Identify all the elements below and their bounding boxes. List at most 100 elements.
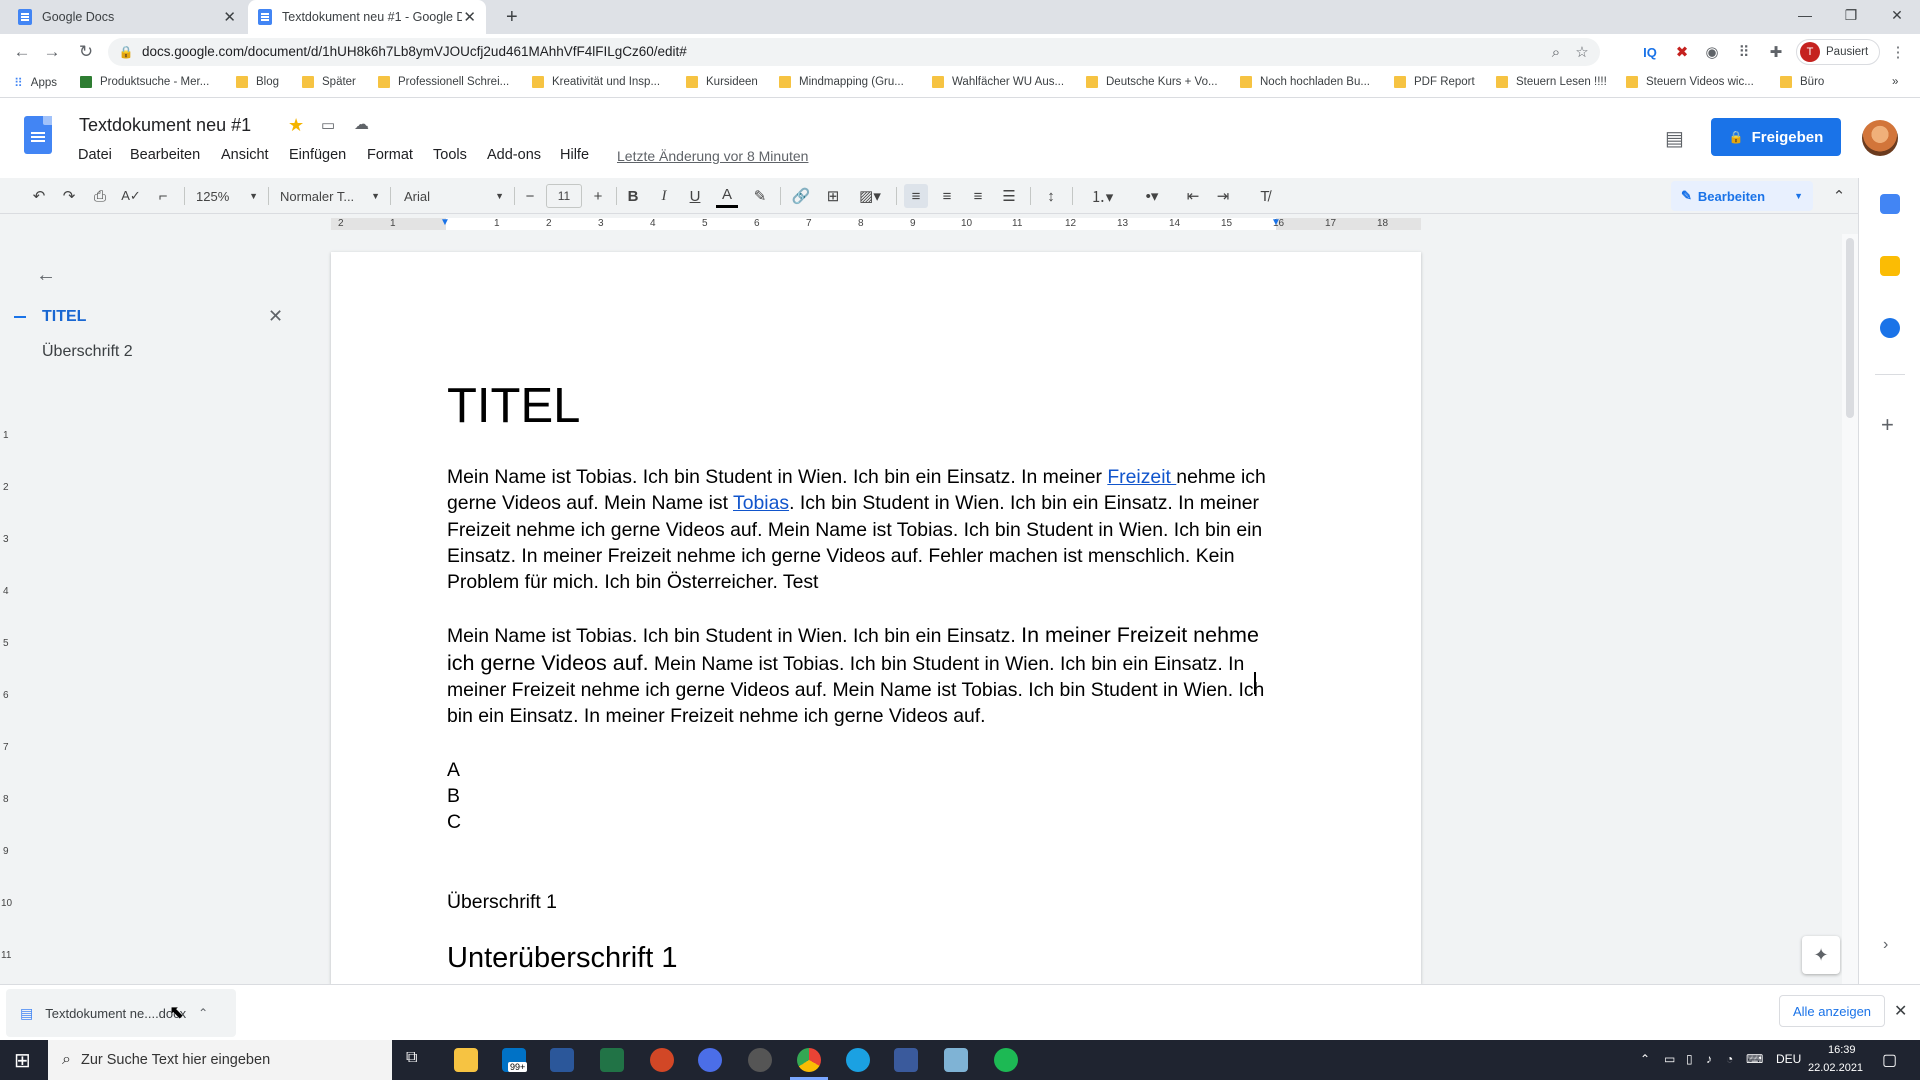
- tab-google-docs[interactable]: Google Docs ✕: [8, 0, 246, 34]
- abc-list[interactable]: A B C: [447, 757, 1269, 836]
- insert-link-icon[interactable]: 🔗: [790, 184, 812, 208]
- bookmark-star-icon[interactable]: ☆: [1572, 42, 1592, 62]
- subheading-1[interactable]: Unterüberschrift 1: [447, 941, 1269, 975]
- zoom-select[interactable]: 125% ▼: [196, 184, 258, 208]
- word-icon[interactable]: [550, 1048, 574, 1072]
- show-all-downloads-button[interactable]: Alle anzeigen: [1779, 995, 1885, 1027]
- right-indent-marker-icon[interactable]: ▼: [1271, 217, 1281, 228]
- document-title-text[interactable]: TITEL: [447, 378, 1269, 434]
- clock-time[interactable]: 16:39: [1828, 1044, 1856, 1056]
- menu-datei[interactable]: Datei: [78, 147, 112, 163]
- bookmark-item[interactable]: Kursideen: [686, 76, 758, 88]
- back-arrow-icon[interactable]: ←: [36, 264, 56, 287]
- puzzle-icon[interactable]: ✚: [1766, 42, 1786, 62]
- obs-icon[interactable]: [748, 1048, 772, 1072]
- menu-bearbeiten[interactable]: Bearbeiten: [130, 147, 200, 163]
- document-page[interactable]: TITEL Mein Name ist Tobias. Ich bin Stud…: [331, 252, 1421, 984]
- chevron-right-icon[interactable]: »: [1892, 76, 1898, 88]
- increase-indent-icon[interactable]: ⇥: [1212, 184, 1234, 208]
- menu-tools[interactable]: Tools: [433, 147, 467, 163]
- explore-icon[interactable]: ✦: [1802, 936, 1840, 974]
- tray-chevron-icon[interactable]: ⌃: [1640, 1052, 1650, 1066]
- chrome-icon[interactable]: [797, 1048, 821, 1072]
- heading-1[interactable]: Überschrift 1: [447, 889, 1269, 915]
- close-window-icon[interactable]: ✕: [1874, 0, 1920, 30]
- profile-button[interactable]: T Pausiert: [1796, 39, 1880, 65]
- windows-start-icon[interactable]: ⊞: [14, 1048, 31, 1073]
- volume-icon[interactable]: ♪: [1706, 1052, 1712, 1066]
- document-body[interactable]: TITEL Mein Name ist Tobias. Ich bin Stud…: [447, 252, 1269, 975]
- bookmark-item[interactable]: Produktsuche - Mer...: [80, 76, 209, 88]
- menu-ansicht[interactable]: Ansicht: [221, 147, 269, 163]
- bookmark-item[interactable]: Steuern Lesen !!!!: [1496, 76, 1607, 88]
- bold-icon[interactable]: B: [623, 184, 643, 208]
- download-item[interactable]: ▤ Textdokument ne....docx ⌃: [6, 989, 236, 1037]
- line-spacing-icon[interactable]: ↕: [1040, 184, 1062, 208]
- spellcheck-icon[interactable]: A✓: [120, 184, 142, 208]
- network-icon[interactable]: ◔: [1726, 1052, 1733, 1066]
- decrease-font-size-icon[interactable]: −: [520, 184, 540, 208]
- grid-extension-icon[interactable]: ⠿: [1734, 42, 1754, 62]
- file-explorer-icon[interactable]: [454, 1048, 478, 1072]
- insert-image-icon[interactable]: ▨▾: [853, 184, 887, 208]
- comment-history-icon[interactable]: ▤: [1665, 126, 1684, 151]
- font-size-input[interactable]: 11: [546, 184, 582, 208]
- font-select[interactable]: Arial ▼: [404, 184, 504, 208]
- task-view-icon[interactable]: ⧉: [406, 1049, 417, 1067]
- bookmark-item[interactable]: Büro: [1780, 76, 1824, 88]
- back-icon[interactable]: ←: [10, 40, 34, 64]
- zoom-icon[interactable]: ⌕: [1546, 42, 1566, 62]
- link-tobias[interactable]: Tobias: [733, 492, 789, 514]
- paragraph-style-select[interactable]: Normaler T... ▼: [280, 184, 380, 208]
- print-icon[interactable]: ⎙: [89, 184, 111, 208]
- more-vert-icon[interactable]: ⋮: [1888, 42, 1908, 62]
- bookmark-item[interactable]: Wahlfächer WU Aus...: [932, 76, 1064, 88]
- close-outline-icon[interactable]: ✕: [268, 306, 283, 327]
- tasks-icon[interactable]: [1880, 318, 1900, 338]
- tab-textdokument[interactable]: Textdokument neu #1 - Google D ✕: [248, 0, 486, 34]
- bookmark-item[interactable]: Steuern Videos wic...: [1626, 76, 1754, 88]
- bookmark-item[interactable]: Kreativität und Insp...: [532, 76, 660, 88]
- editing-mode-select[interactable]: ✎ Bearbeiten ▼: [1671, 181, 1813, 211]
- user-avatar[interactable]: [1862, 120, 1898, 156]
- menu-hilfe[interactable]: Hilfe: [560, 147, 589, 163]
- extension-icon[interactable]: ◉: [1702, 42, 1722, 62]
- forward-icon[interactable]: →: [40, 40, 64, 64]
- align-left-icon[interactable]: ≡: [904, 184, 928, 208]
- bookmark-item[interactable]: Später: [302, 76, 356, 88]
- reload-icon[interactable]: ↻: [74, 40, 98, 64]
- keep-icon[interactable]: [1880, 256, 1900, 276]
- move-folder-icon[interactable]: ▭: [321, 116, 335, 134]
- align-center-icon[interactable]: ≡: [936, 184, 958, 208]
- outline-item-titel[interactable]: TITEL: [42, 308, 86, 326]
- link-freizeit[interactable]: Freizeit: [1107, 466, 1176, 488]
- iq-extension-icon[interactable]: IQ: [1640, 42, 1660, 62]
- powerpoint-icon[interactable]: [650, 1048, 674, 1072]
- address-bar[interactable]: 🔒 docs.google.com/document/d/1hUH8k6h7Lb…: [108, 38, 1600, 66]
- chevron-up-icon[interactable]: ⌃: [198, 1006, 208, 1020]
- taskbar-search[interactable]: ⌕ Zur Suche Text hier eingeben: [48, 1040, 392, 1080]
- numbered-list-icon[interactable]: ⒈▾: [1082, 184, 1122, 208]
- text-color-icon[interactable]: A: [716, 184, 738, 208]
- horizontal-ruler[interactable]: 2 1 1 2 3 4 5 6 7 8 9 10 11 12 13 14 15 …: [0, 214, 1845, 234]
- menu-einfuegen[interactable]: Einfügen: [289, 147, 346, 163]
- italic-icon[interactable]: I: [654, 184, 674, 208]
- last-edit-link[interactable]: Letzte Änderung vor 8 Minuten: [617, 148, 808, 164]
- align-right-icon[interactable]: ≡: [967, 184, 989, 208]
- close-download-bar-icon[interactable]: ✕: [1894, 1001, 1907, 1021]
- cloud-status-icon[interactable]: ☁: [354, 115, 369, 133]
- bookmark-item[interactable]: Blog: [236, 76, 279, 88]
- underline-icon[interactable]: U: [685, 184, 705, 208]
- highlight-icon[interactable]: ✎: [750, 184, 770, 208]
- expand-panel-icon[interactable]: ›: [1883, 936, 1888, 954]
- add-addon-icon[interactable]: +: [1881, 412, 1894, 438]
- keyboard-icon[interactable]: ⌨: [1746, 1052, 1763, 1066]
- star-icon[interactable]: ★: [288, 115, 304, 136]
- indent-marker-icon[interactable]: ▼: [440, 217, 450, 228]
- insert-comment-icon[interactable]: ⊞: [822, 184, 844, 208]
- scrollbar-thumb[interactable]: [1846, 238, 1854, 418]
- decrease-indent-icon[interactable]: ⇤: [1182, 184, 1204, 208]
- bookmark-item[interactable]: Professionell Schrei...: [378, 76, 509, 88]
- menu-addons[interactable]: Add-ons: [487, 147, 541, 163]
- restore-icon[interactable]: ❐: [1828, 0, 1874, 30]
